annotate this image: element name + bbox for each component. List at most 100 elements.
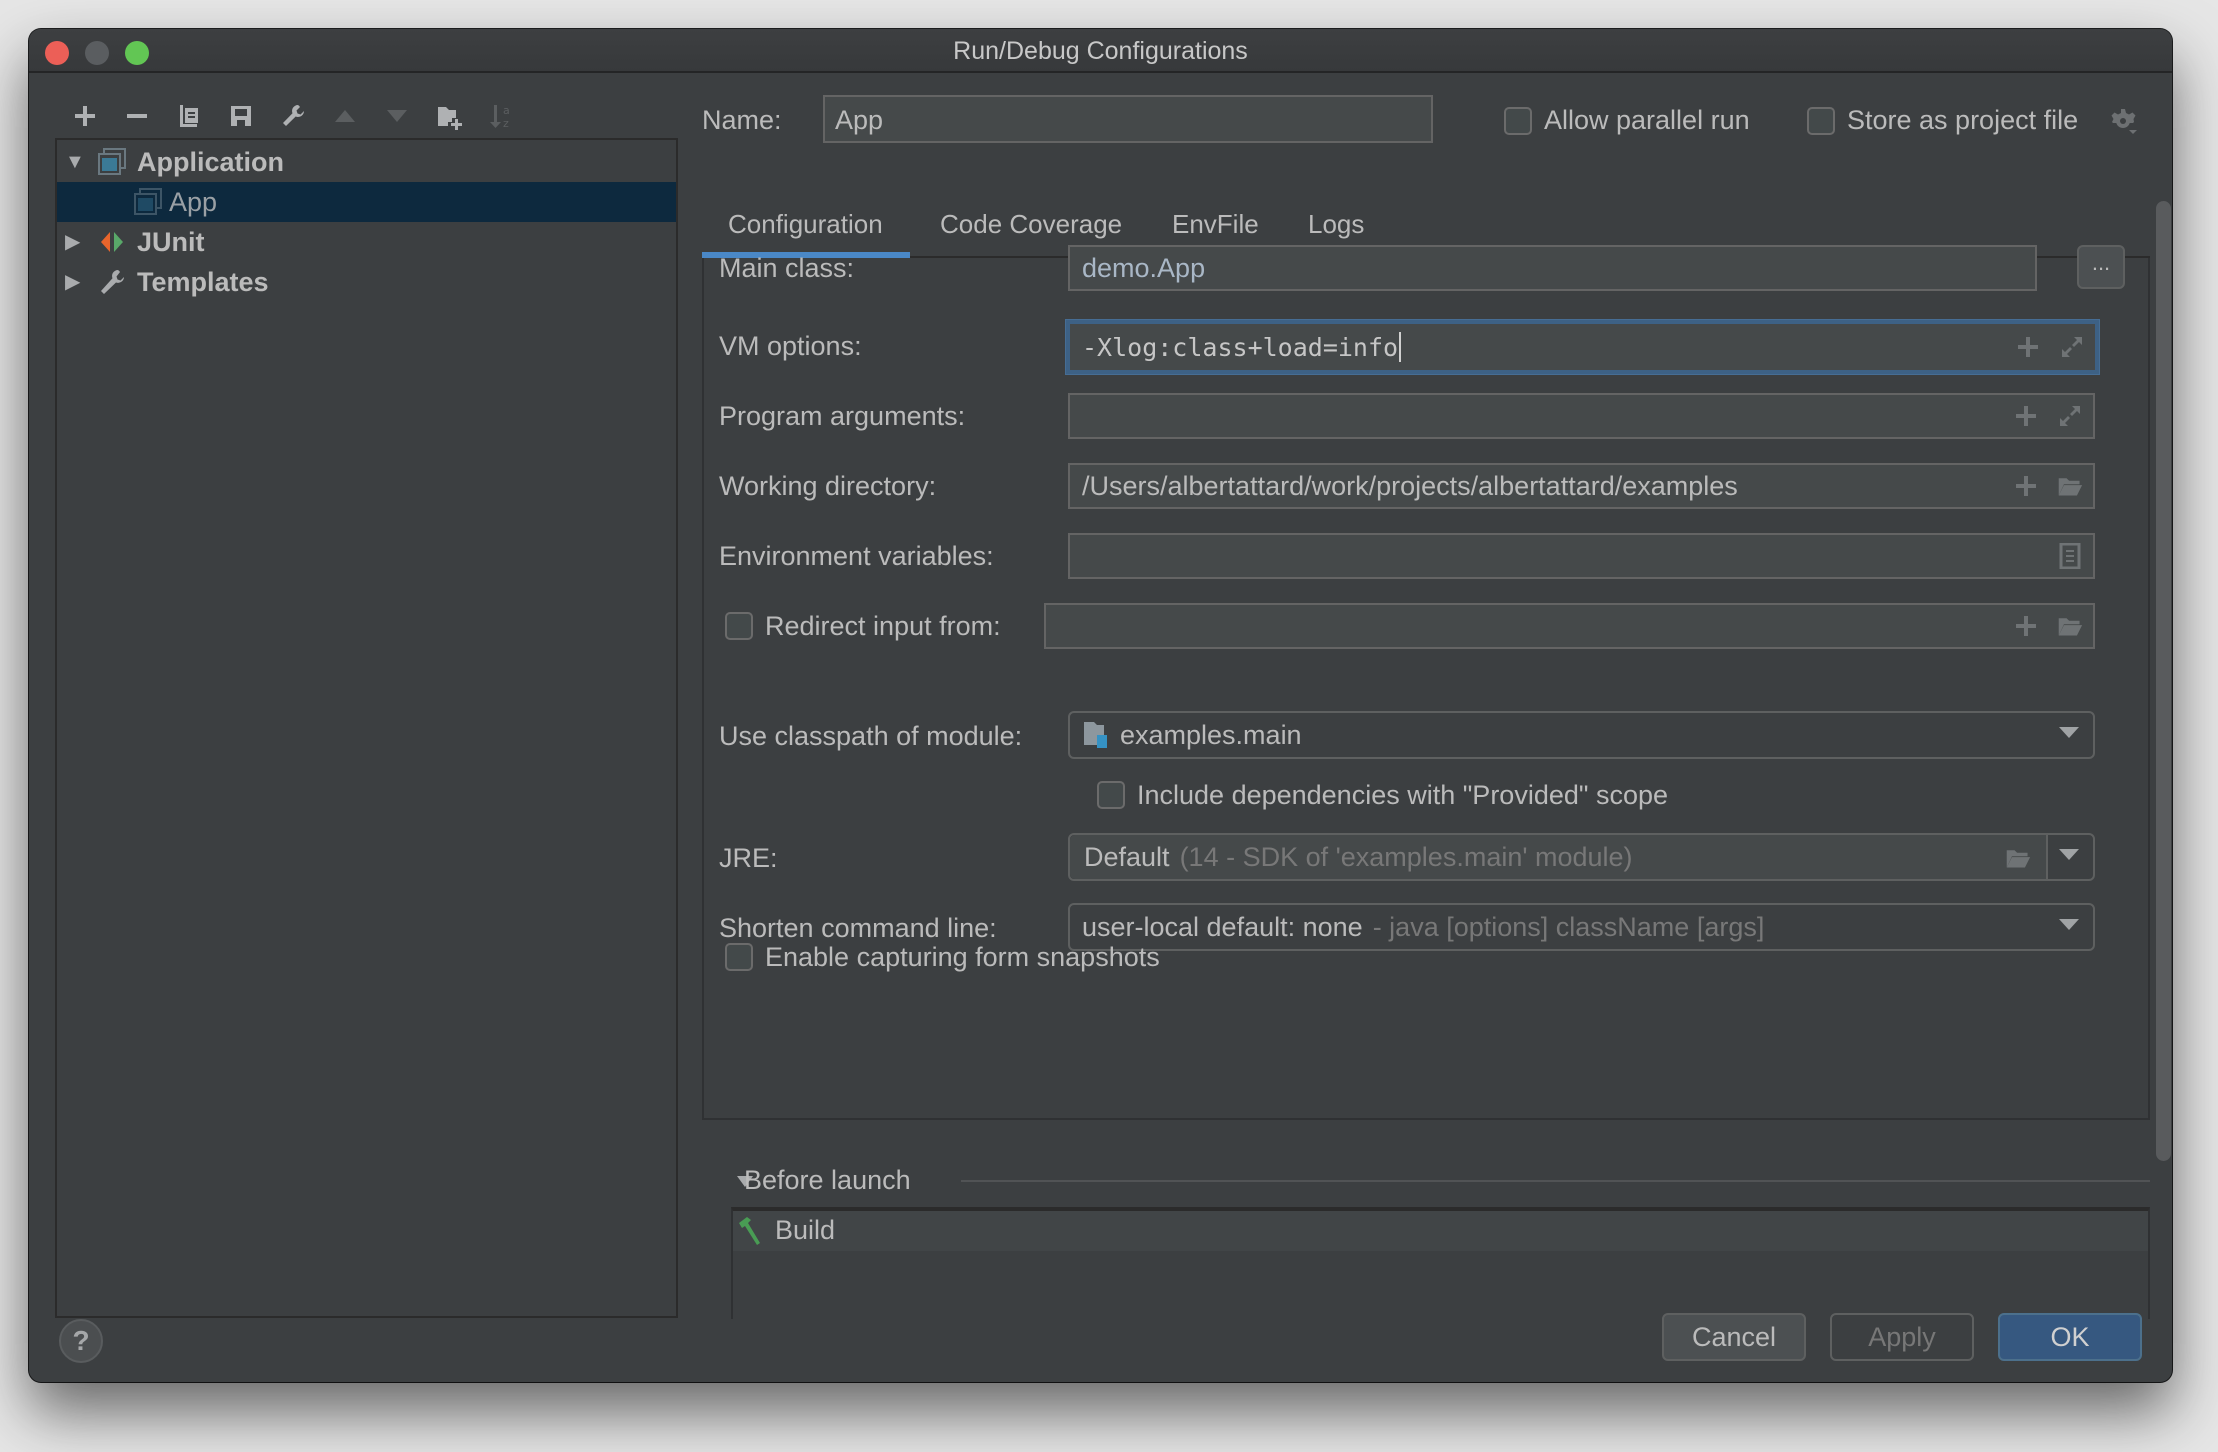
sort-configurations-button[interactable]: az [475, 91, 527, 141]
svg-text:z: z [503, 117, 509, 130]
tab-envfile[interactable]: EnvFile [1172, 209, 1259, 240]
allow-parallel-run-checkbox[interactable] [1504, 107, 1532, 135]
working-directory-label: Working directory: [719, 471, 937, 501]
vm-options-label: VM options: [719, 331, 862, 361]
svg-text:a: a [503, 104, 510, 117]
expand-icon[interactable] [2059, 334, 2085, 360]
new-folder-button[interactable] [423, 91, 475, 141]
program-arguments-label: Program arguments: [719, 401, 966, 431]
shorten-command-line-dropdown[interactable]: user-local default: none - java [options… [1068, 903, 2095, 951]
chevron-down-icon [2059, 727, 2079, 738]
name-label: Name: [702, 105, 782, 135]
folder-open-icon[interactable] [2005, 845, 2031, 871]
minus-icon [127, 114, 147, 118]
triangle-down-icon [387, 110, 407, 122]
capture-snapshots-label: Enable capturing form snapshots [765, 942, 1160, 972]
shorten-command-line-value: user-local default: none [1082, 911, 1363, 942]
plus-icon[interactable] [2013, 403, 2039, 429]
application-icon [98, 148, 126, 175]
allow-parallel-run-label: Allow parallel run [1544, 105, 1750, 135]
save-configuration-button[interactable] [215, 91, 267, 141]
shorten-command-line-label: Shorten command line: [719, 913, 997, 943]
classpath-module-dropdown[interactable]: examples.main [1068, 711, 2095, 759]
working-directory-input[interactable]: /Users/albertattard/work/projects/albert… [1068, 463, 2095, 509]
gear-icon[interactable] [2109, 107, 2137, 135]
apply-button[interactable]: Apply [1830, 1313, 1974, 1361]
configurations-tree: ▼ Application App ▶ JUnit ▶ Templates [55, 138, 678, 1318]
plus-icon[interactable] [2013, 473, 2039, 499]
folder-open-icon[interactable] [2057, 613, 2083, 639]
move-up-button[interactable] [319, 91, 371, 141]
tab-code-coverage[interactable]: Code Coverage [940, 209, 1122, 240]
browse-main-class-button[interactable]: ... [2077, 245, 2125, 289]
jre-dropdown[interactable]: Default (14 - SDK of 'examples.main' mod… [1068, 833, 2095, 881]
shorten-command-line-hint: - java [options] className [args] [1372, 911, 1765, 942]
text-caret [1399, 332, 1402, 362]
copy-icon [180, 105, 198, 127]
plus-icon[interactable] [2013, 613, 2039, 639]
document-icon[interactable] [2057, 543, 2083, 569]
tab-logs[interactable]: Logs [1308, 209, 1364, 240]
ok-button[interactable]: OK [1998, 1313, 2142, 1361]
jre-hint: (14 - SDK of 'examples.main' module) [1179, 841, 1633, 872]
redirect-input-label: Redirect input from: [765, 611, 1001, 641]
before-launch-list: Build [731, 1207, 2150, 1319]
store-as-project-file-checkbox[interactable] [1807, 107, 1835, 135]
remove-configuration-button[interactable] [111, 91, 163, 141]
tree-item-label: Application [137, 146, 284, 177]
collapsed-arrow-icon[interactable]: ▶ [65, 232, 85, 252]
triangle-up-icon [335, 110, 355, 122]
build-hammer-icon [739, 1217, 760, 1245]
redirect-input-field[interactable] [1044, 603, 2095, 649]
add-configuration-button[interactable] [59, 91, 111, 141]
jre-label: JRE: [719, 843, 778, 873]
before-launch-item-build[interactable]: Build [733, 1211, 2148, 1251]
program-arguments-input[interactable] [1068, 393, 2095, 439]
move-down-button[interactable] [371, 91, 423, 141]
folder-open-icon[interactable] [2057, 473, 2083, 499]
configuration-panel [702, 258, 2150, 1120]
tree-item-application[interactable]: ▼ Application [57, 142, 676, 182]
copy-configuration-button[interactable] [163, 91, 215, 141]
capture-snapshots-checkbox[interactable] [725, 943, 753, 971]
classpath-module-value: examples.main [1120, 719, 1302, 750]
sort-alpha-icon: az [490, 104, 510, 130]
wrench-icon [283, 105, 304, 126]
help-button[interactable]: ? [59, 1319, 103, 1363]
include-provided-label: Include dependencies with "Provided" sco… [1137, 780, 1669, 810]
vm-options-value: -Xlog:class+load=info [1082, 332, 1399, 362]
plus-icon [75, 106, 95, 126]
main-class-input[interactable]: demo.App [1068, 245, 2037, 291]
chevron-down-icon[interactable] [2059, 849, 2079, 860]
main-class-value: demo.App [1082, 252, 1206, 283]
title-bar: Run/Debug Configurations [29, 29, 2172, 73]
tab-configuration[interactable]: Configuration [728, 209, 883, 240]
configurations-toolbar: az [59, 91, 527, 141]
tree-item-app[interactable]: App [57, 182, 676, 222]
before-launch-header[interactable]: Before launch [744, 1165, 911, 1196]
run-debug-configurations-dialog: Run/Debug Configurations az ▼ Applicatio… [29, 29, 2172, 1382]
working-directory-value: /Users/albertattard/work/projects/albert… [1082, 470, 1738, 501]
cancel-button[interactable]: Cancel [1662, 1313, 1806, 1361]
vertical-scrollbar[interactable] [2156, 201, 2171, 1161]
chevron-down-icon [2059, 919, 2079, 930]
window-title: Run/Debug Configurations [953, 37, 1248, 65]
edit-templates-button[interactable] [267, 91, 319, 141]
collapsed-arrow-icon[interactable]: ▶ [65, 272, 85, 292]
plus-icon[interactable] [2015, 334, 2041, 360]
expanded-arrow-icon[interactable]: ▼ [65, 152, 85, 172]
tree-item-label: App [169, 186, 218, 217]
junit-icon [101, 232, 123, 252]
redirect-input-checkbox[interactable] [725, 612, 753, 640]
tree-item-junit[interactable]: ▶ JUnit [57, 222, 676, 262]
name-input[interactable]: App [823, 95, 1433, 143]
include-provided-checkbox[interactable] [1097, 781, 1125, 809]
environment-variables-input[interactable] [1068, 533, 2095, 579]
expand-icon[interactable] [2057, 403, 2083, 429]
tree-item-templates[interactable]: ▶ Templates [57, 262, 676, 302]
main-class-label: Main class: [719, 253, 855, 283]
tree-item-label: Templates [137, 266, 269, 297]
vm-options-input[interactable]: -Xlog:class+load=info [1066, 320, 2099, 374]
classpath-module-label: Use classpath of module: [719, 721, 1023, 751]
store-as-project-file-label: Store as project file [1847, 105, 2079, 135]
